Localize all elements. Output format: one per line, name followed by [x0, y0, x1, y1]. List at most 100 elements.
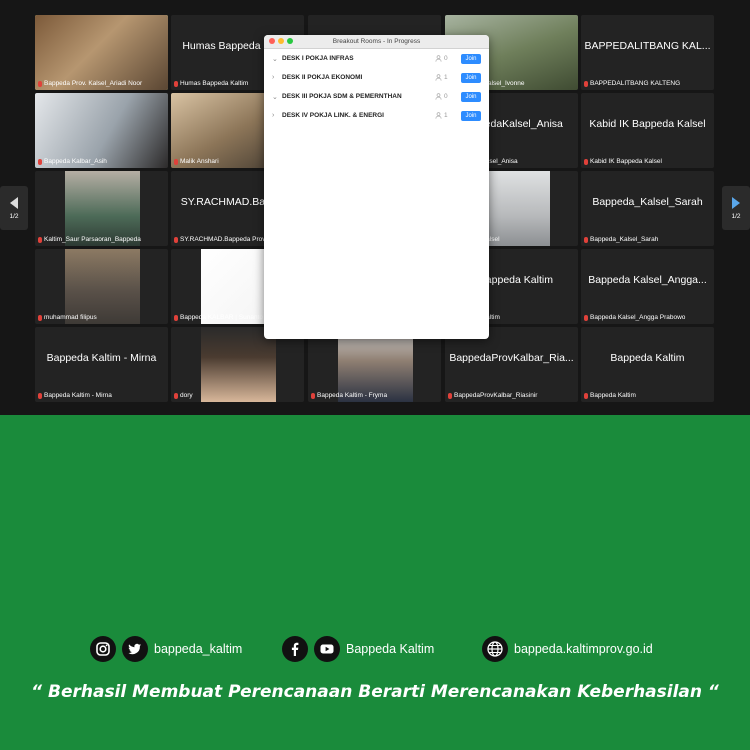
instagram-handle[interactable]: bappeda_kaltim — [154, 642, 242, 656]
participant-name: Malik Anshari — [180, 158, 219, 165]
breakout-room-row[interactable]: › DESK IV POKJA LINK. & ENERGI 1 Join — [264, 106, 489, 125]
participant-name: Bappeda Kaltim - Fryma — [317, 392, 388, 399]
participant-tile[interactable]: Bappeda Kaltim Bappeda Kaltim — [581, 327, 714, 402]
social-instagram-twitter: bappeda_kaltim — [90, 636, 242, 662]
participant-display-name: Kabid IK Bappeda Kalsel — [589, 117, 706, 130]
participant-name: Bappeda Kaltim - Mirna — [44, 392, 112, 399]
participant-name: muhammad filipus — [44, 314, 97, 321]
breakout-room-row[interactable]: ⌄ DESK I POKJA INFRAS 0 Join — [264, 49, 489, 68]
person-icon — [435, 55, 442, 62]
participant-name-label: muhammad filipus — [38, 314, 165, 321]
muted-mic-icon — [311, 392, 315, 399]
participant-video — [487, 171, 550, 246]
participant-name: Bappeda Kalbar_Asih — [44, 158, 107, 165]
globe-icon[interactable] — [482, 636, 508, 662]
join-room-button[interactable]: Join — [461, 91, 481, 102]
participant-tile[interactable]: Kabid IK Bappeda Kalsel Kabid IK Bappeda … — [581, 93, 714, 168]
participant-tile[interactable]: Bappeda_Kalsel_Sarah Bappeda_Kalsel_Sarah — [581, 171, 714, 246]
chevron-right-icon — [732, 196, 740, 209]
join-room-button[interactable]: Join — [461, 110, 481, 121]
participant-name-label: Bappeda_Kalsel_Sarah — [584, 236, 711, 243]
participant-tile[interactable]: Bappeda Kaltim - Mirna Bappeda Kaltim - M… — [35, 327, 168, 402]
participant-name-label: Kaltim_Saur Parsaoran_Bappeda — [38, 236, 165, 243]
muted-mic-icon — [174, 314, 178, 321]
muted-mic-icon — [38, 314, 42, 321]
room-count: 1 — [435, 112, 461, 119]
participant-display-name: Bappeda_Kalsel_Sarah — [592, 195, 703, 208]
participant-video — [35, 93, 168, 168]
muted-mic-icon — [174, 80, 178, 87]
participant-tile[interactable]: Bappeda Prov. Kalsel_Ariadi Noor — [35, 15, 168, 90]
participant-name-label: Kabid IK Bappeda Kalsel — [584, 158, 711, 165]
participant-tile[interactable]: Bappeda Kalsel_Angga... Bappeda Kalsel_An… — [581, 249, 714, 324]
room-participant-count: 0 — [444, 55, 448, 62]
website-link[interactable]: bappeda.kaltimprov.go.id — [514, 642, 653, 656]
room-name: DESK II POKJA EKONOMI — [282, 74, 363, 81]
breakout-rooms-window: Breakout Rooms - In Progress ⌄ DESK I POK… — [264, 35, 489, 339]
facebook-name[interactable]: Bappeda Kaltim — [346, 642, 434, 656]
participant-video — [65, 249, 140, 324]
participant-display-name: Bappeda Kaltim - Mirna — [46, 351, 157, 364]
breakout-title: Breakout Rooms - In Progress — [332, 38, 421, 45]
participant-name-label: Bappeda Kaltim - Fryma — [311, 392, 438, 399]
muted-mic-icon — [584, 80, 588, 87]
next-page-button[interactable]: 1/2 — [722, 186, 750, 230]
join-room-button[interactable]: Join — [461, 53, 481, 64]
facebook-icon[interactable] — [282, 636, 308, 662]
participant-name: dory — [180, 392, 193, 399]
participant-name: BAPPEDALITBANG KALTENG — [590, 80, 681, 87]
participant-name: Bappeda Prov. Kalsel_Ariadi Noor — [44, 80, 143, 87]
room-list: ⌄ DESK I POKJA INFRAS 0 Join › DESK II POKJA … — [264, 49, 489, 125]
social-facebook-youtube: Bappeda Kaltim — [282, 636, 434, 662]
minimize-window-button[interactable] — [278, 38, 284, 44]
participant-tile[interactable]: Kaltim_Saur Parsaoran_Bappeda — [35, 171, 168, 246]
person-icon — [435, 74, 442, 81]
muted-mic-icon — [174, 236, 178, 243]
room-participant-count: 1 — [444, 112, 448, 119]
breakout-room-row[interactable]: ⌄ DESK III POKJA SDM & PEMERNTHAN 0 Join — [264, 87, 489, 106]
youtube-icon[interactable] — [314, 636, 340, 662]
participant-name-label: Bappeda Kaltim — [584, 392, 711, 399]
chevron-right-icon[interactable]: › — [272, 112, 282, 119]
muted-mic-icon — [584, 392, 588, 399]
page-indicator-left: 1/2 — [9, 212, 19, 220]
prev-page-button[interactable]: 1/2 — [0, 186, 28, 230]
zoom-window-button[interactable] — [287, 38, 293, 44]
participant-video — [65, 171, 140, 246]
room-participant-count: 0 — [444, 93, 448, 100]
instagram-icon[interactable] — [90, 636, 116, 662]
room-count: 1 — [435, 74, 461, 81]
join-room-button[interactable]: Join — [461, 72, 481, 83]
room-name: DESK I POKJA INFRAS — [282, 55, 354, 62]
participant-name-label: BAPPEDALITBANG KALTENG — [584, 80, 711, 87]
chevron-right-icon[interactable]: › — [272, 74, 282, 81]
muted-mic-icon — [584, 236, 588, 243]
participant-name: Kabid IK Bappeda Kalsel — [590, 158, 662, 165]
muted-mic-icon — [38, 158, 42, 165]
social-website: bappeda.kaltimprov.go.id — [482, 636, 653, 662]
participant-name-label: Bappeda Kaltim - Mirna — [38, 392, 165, 399]
muted-mic-icon — [174, 392, 178, 399]
participant-tile[interactable]: Bappeda Kalbar_Asih — [35, 93, 168, 168]
muted-mic-icon — [38, 392, 42, 399]
twitter-icon[interactable] — [122, 636, 148, 662]
participant-name-label: Bappeda Kalbar_Asih — [38, 158, 165, 165]
participant-name: Bappeda Kaltim — [590, 392, 636, 399]
chevron-down-icon[interactable]: ⌄ — [272, 93, 282, 101]
participant-name-label: BappedaProvKalbar_Riasinir — [448, 392, 575, 399]
participant-name: Bappeda_Kalsel_Sarah — [590, 236, 659, 243]
participant-video — [35, 15, 168, 90]
participant-name: Bappeda KALBAR | Sunanto — [180, 314, 263, 321]
participant-name-label: dory — [174, 392, 301, 399]
room-participant-count: 1 — [444, 74, 448, 81]
close-window-button[interactable] — [269, 38, 275, 44]
participant-tile[interactable]: muhammad filipus — [35, 249, 168, 324]
person-icon — [435, 112, 442, 119]
participant-display-name: Bappeda Kalsel_Angga... — [588, 273, 707, 286]
participant-name: Kaltim_Saur Parsaoran_Bappeda — [44, 236, 141, 243]
participant-name: Humas Bappeda Kaltim — [180, 80, 249, 87]
room-name: DESK IV POKJA LINK. & ENERGI — [282, 112, 384, 119]
breakout-room-row[interactable]: › DESK II POKJA EKONOMI 1 Join — [264, 68, 489, 87]
chevron-down-icon[interactable]: ⌄ — [272, 55, 282, 63]
participant-tile[interactable]: BAPPEDALITBANG KAL... BAPPEDALITBANG KALT… — [581, 15, 714, 90]
